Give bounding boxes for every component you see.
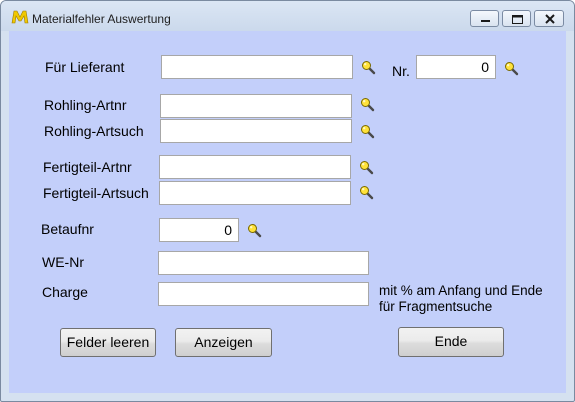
rohling-artnr-field[interactable] xyxy=(160,94,352,118)
fertigteil-artnr-field[interactable] xyxy=(159,155,351,179)
close-icon xyxy=(545,14,555,24)
close-button[interactable] xyxy=(534,10,564,27)
form-area: Für Lieferant Nr. 0 Rohling-Artnr Rohlin… xyxy=(9,31,566,393)
rohling-artsuch-label: Rohling-Artsuch xyxy=(44,123,144,139)
maximize-button[interactable] xyxy=(502,10,531,27)
window-title: Materialfehler Auswertung xyxy=(32,12,171,26)
fertigteil-artsuch-field[interactable] xyxy=(159,181,351,205)
minimize-button[interactable] xyxy=(470,10,499,27)
betaufnr-field[interactable]: 0 xyxy=(159,218,239,242)
search-fertigteil-artnr-icon[interactable] xyxy=(359,160,374,175)
hint-line-1: mit % am Anfang und Ende xyxy=(379,283,543,298)
fertigteil-artnr-label: Fertigteil-Artnr xyxy=(43,159,132,175)
rohling-artnr-label: Rohling-Artnr xyxy=(44,97,127,113)
show-button[interactable]: Anzeigen xyxy=(175,328,272,357)
search-nr-icon[interactable] xyxy=(504,61,519,76)
hint-line-2: für Fragmentsuche xyxy=(379,299,493,314)
nr-label: Nr. xyxy=(392,63,410,79)
lieferant-label: Für Lieferant xyxy=(45,59,125,75)
lieferant-field[interactable] xyxy=(161,55,353,79)
title-bar[interactable]: Materialfehler Auswertung xyxy=(1,1,574,31)
fragment-search-hint: mit % am Anfang und Ende für Fragmentsuc… xyxy=(379,283,543,315)
betaufnr-label: Betaufnr xyxy=(41,221,94,237)
fertigteil-artsuch-label: Fertigteil-Artsuch xyxy=(43,185,149,201)
clear-fields-button[interactable]: Felder leeren xyxy=(60,328,156,357)
app-window: Materialfehler Auswertung Für Lieferant … xyxy=(0,0,575,402)
charge-label: Charge xyxy=(42,284,88,300)
search-rohling-artnr-icon[interactable] xyxy=(360,97,375,112)
we-nr-label: WE-Nr xyxy=(42,254,84,270)
search-fertigteil-artsuch-icon[interactable] xyxy=(359,185,374,200)
search-lieferant-icon[interactable] xyxy=(361,60,376,75)
search-betaufnr-icon[interactable] xyxy=(247,223,262,238)
end-button[interactable]: Ende xyxy=(398,327,504,357)
search-rohling-artsuch-icon[interactable] xyxy=(360,124,375,139)
minimize-icon xyxy=(481,20,490,22)
rohling-artsuch-field[interactable] xyxy=(160,119,352,143)
charge-field[interactable] xyxy=(158,282,369,306)
maximize-icon xyxy=(512,15,523,24)
app-logo-icon xyxy=(11,10,29,24)
nr-field[interactable]: 0 xyxy=(416,55,496,79)
we-nr-field[interactable] xyxy=(158,251,369,275)
